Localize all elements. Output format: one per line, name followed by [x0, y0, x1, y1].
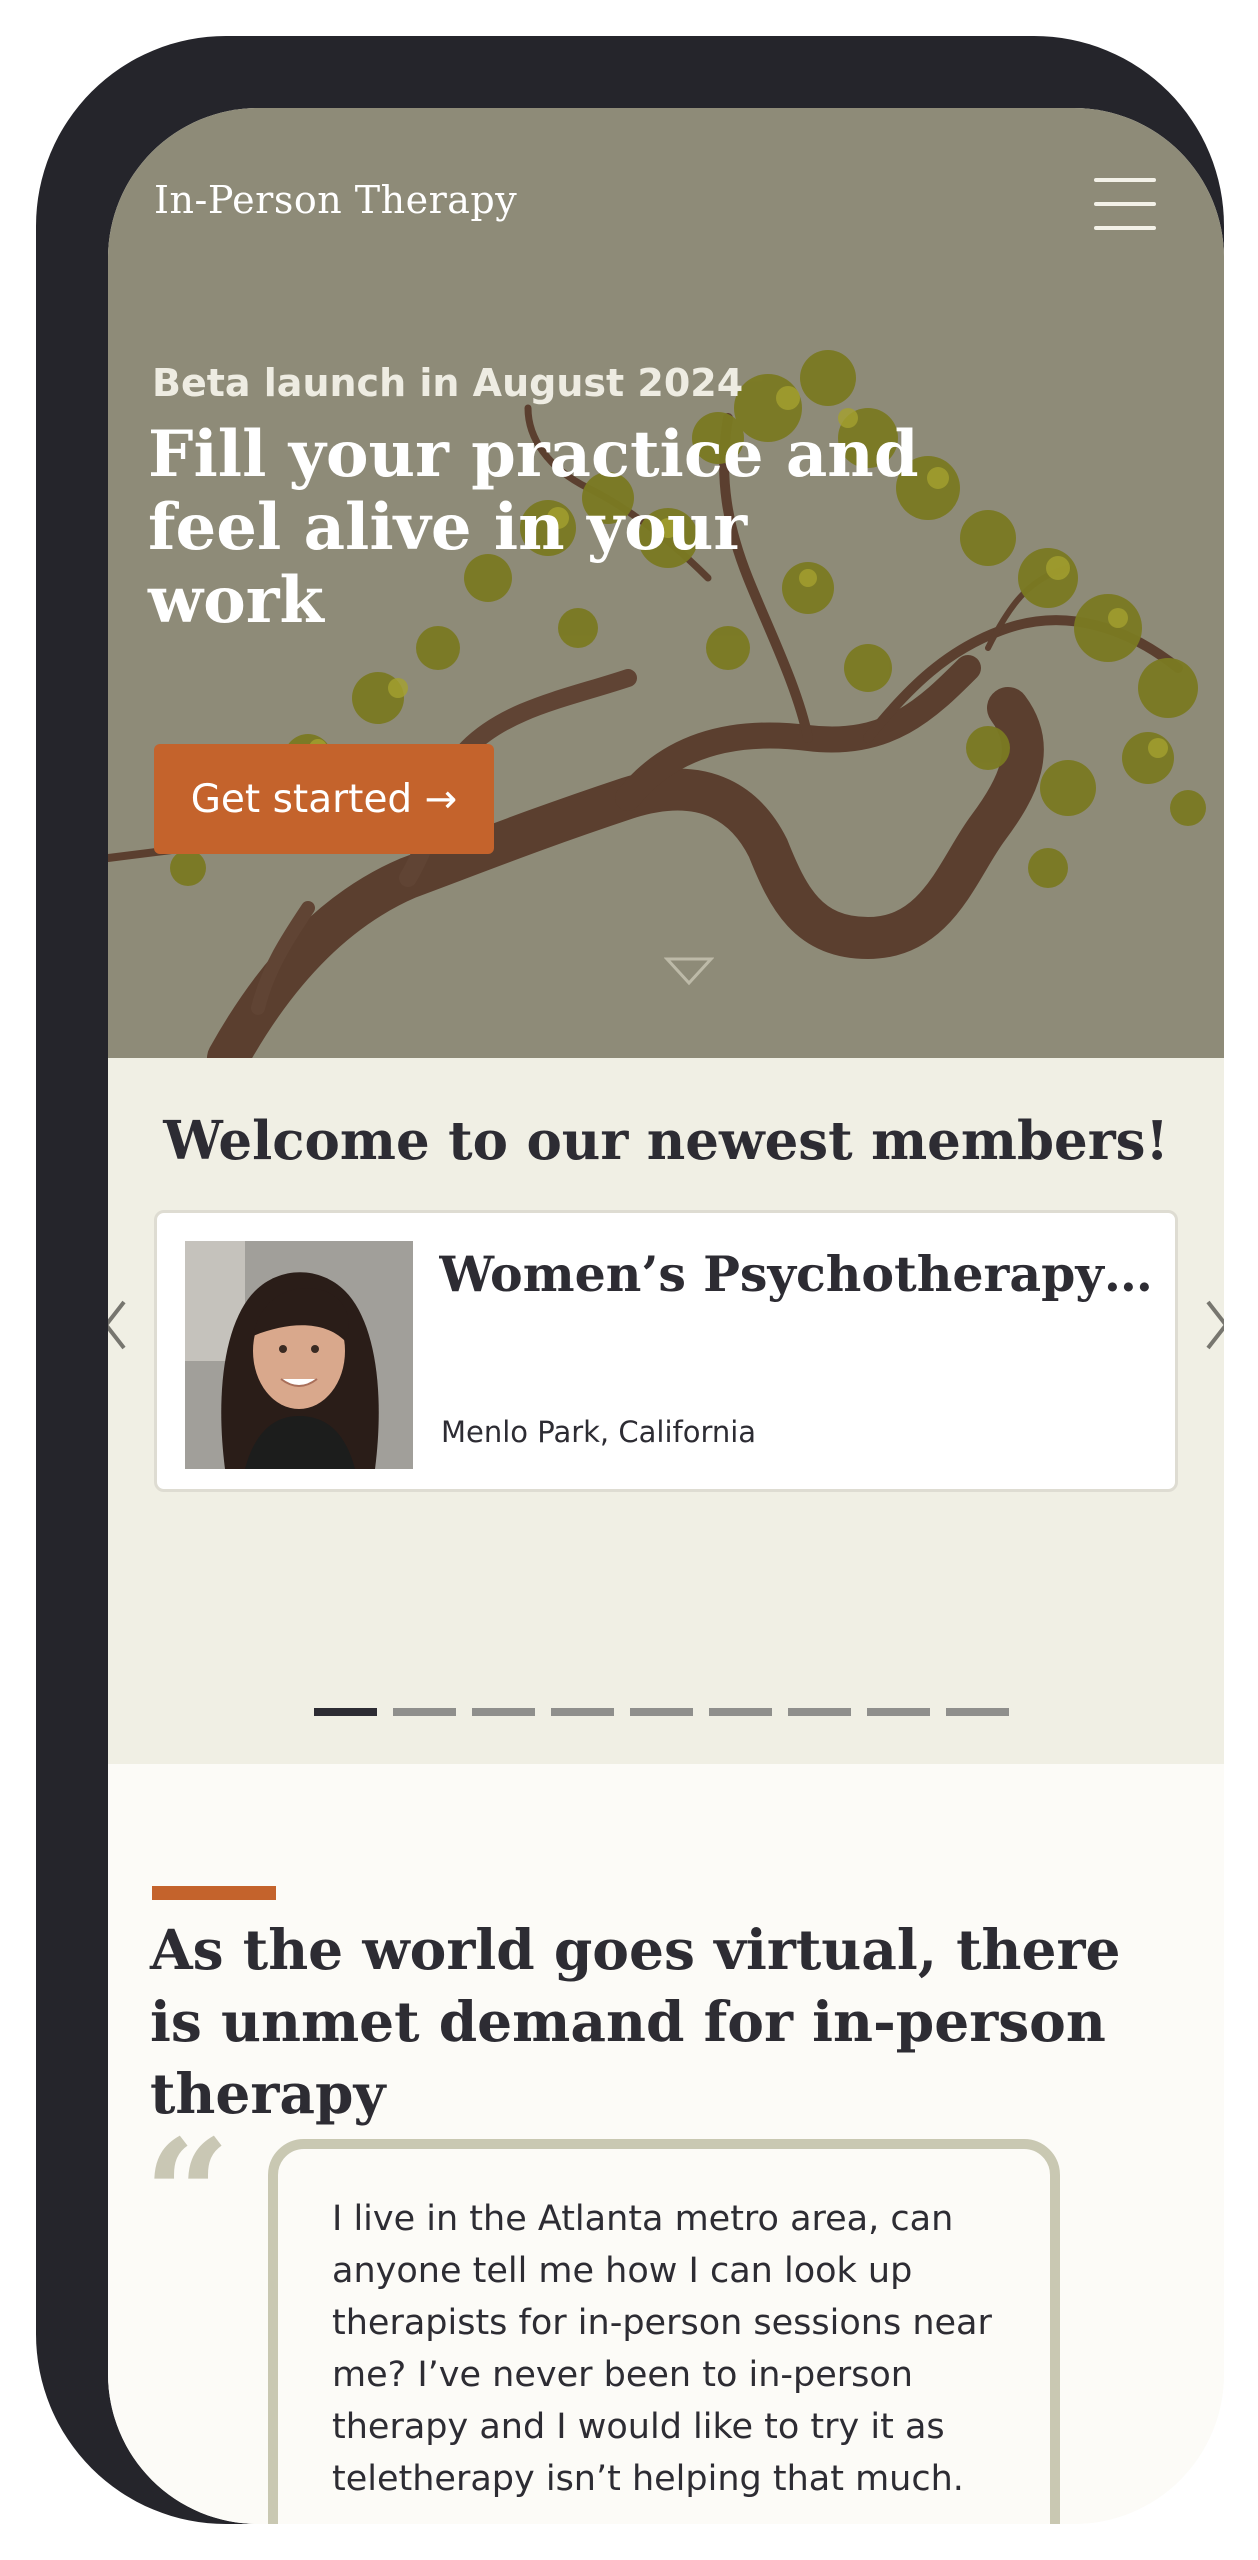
quote-text: I live in the Atlanta metro area, can an… — [332, 2199, 992, 2499]
get-started-button[interactable]: Get started → — [154, 744, 494, 854]
hero-section: In-Person Therapy Beta launch in August … — [108, 108, 1224, 1058]
carousel-dot[interactable] — [472, 1708, 535, 1716]
member-practice-name: Women’s Psychotherapy &... — [439, 1245, 1169, 1303]
carousel-dot[interactable] — [946, 1708, 1009, 1716]
launch-eyebrow: Beta launch in August 2024 — [152, 361, 744, 405]
carousel-dot[interactable] — [551, 1708, 614, 1716]
site-logo[interactable]: In-Person Therapy — [154, 178, 517, 222]
chevron-left-icon[interactable] — [108, 1298, 130, 1352]
carousel-dot[interactable] — [709, 1708, 772, 1716]
newest-members-section: Welcome to our newest members! Women’s P… — [108, 1058, 1224, 1764]
accent-divider — [152, 1886, 276, 1900]
hamburger-menu-icon[interactable] — [1094, 178, 1156, 230]
members-heading: Welcome to our newest members! — [163, 1110, 1169, 1172]
carousel-dot[interactable] — [630, 1708, 693, 1716]
carousel-dot[interactable] — [314, 1708, 377, 1716]
carousel-pagination — [314, 1708, 1009, 1716]
phone-frame: In-Person Therapy Beta launch in August … — [36, 36, 1224, 2524]
carousel-dot[interactable] — [867, 1708, 930, 1716]
phone-screen: In-Person Therapy Beta launch in August … — [108, 108, 1224, 2524]
carousel-dot[interactable] — [393, 1708, 456, 1716]
member-card[interactable]: Women’s Psychotherapy &... Menlo Park, C… — [154, 1210, 1178, 1492]
chevron-down-icon[interactable] — [664, 956, 714, 986]
chevron-right-icon[interactable] — [1202, 1298, 1224, 1352]
virtual-demand-section: As the world goes virtual, there is unme… — [108, 1764, 1224, 2524]
testimonial-quote: I live in the Atlanta metro area, can an… — [268, 2139, 1060, 2524]
member-avatar — [185, 1241, 413, 1469]
carousel-dot[interactable] — [788, 1708, 851, 1716]
quote-mark-icon: “ — [144, 2107, 231, 2283]
hero-title: Fill your practice and feel alive in you… — [148, 417, 919, 638]
member-location: Menlo Park, California — [441, 1415, 757, 1449]
section-heading: As the world goes virtual, there is unme… — [150, 1917, 1121, 2126]
